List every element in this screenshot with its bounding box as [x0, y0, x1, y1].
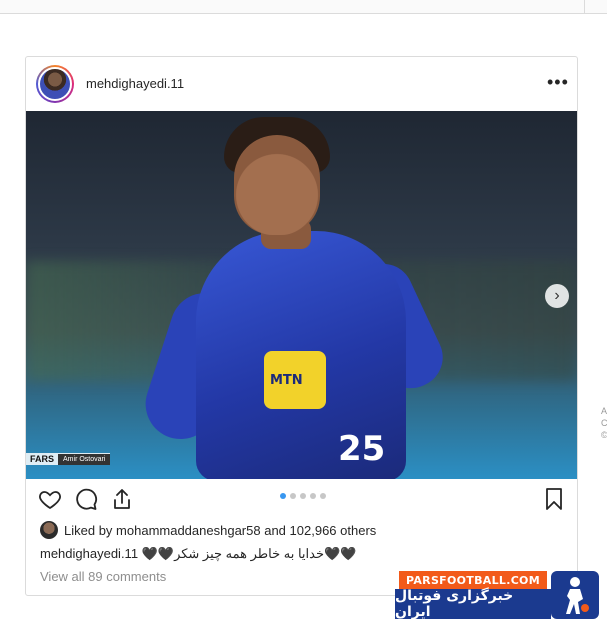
logo-site-name: PARSFOOTBALL.COM: [399, 571, 547, 589]
logo-tagline: خبرگزاری فوتبال ایران: [395, 588, 551, 620]
view-all-comments-link[interactable]: View all 89 comments: [40, 569, 166, 584]
parsfootball-logo: PARSFOOTBALL.COM خبرگزاری فوتبال ایران: [395, 571, 602, 621]
carousel-dot: [290, 493, 296, 499]
right-edge-line: C: [601, 418, 607, 428]
top-bar: [0, 0, 607, 14]
more-options-icon[interactable]: •••: [547, 73, 569, 91]
post-caption: mehdighayedi.11 🖤🖤خدایا به خاطر همه چیز …: [40, 546, 356, 562]
likes-count[interactable]: 102,966 others: [290, 523, 377, 538]
liker-avatar[interactable]: [40, 521, 58, 539]
next-arrow-icon[interactable]: ›: [545, 284, 569, 308]
jersey-number: 25: [338, 429, 386, 469]
post-username[interactable]: mehdighayedi.11: [86, 76, 184, 91]
comment-icon[interactable]: [74, 487, 98, 511]
carousel-dot: [300, 493, 306, 499]
watermark-credit: Amir Ostovari: [58, 453, 111, 465]
carousel-dot: [320, 493, 326, 499]
top-bar-divider: [584, 0, 585, 14]
likes-prefix: Liked by: [64, 522, 113, 538]
caption-text: 🖤🖤خدایا به خاطر همه چیز شکر🖤🖤: [141, 546, 357, 561]
carousel-dot: [310, 493, 316, 499]
liker-username[interactable]: mohammaddaneshgar58: [116, 523, 261, 538]
share-icon[interactable]: [110, 487, 134, 511]
right-edge-line: ©: [601, 430, 607, 440]
post-header: mehdighayedi.11 •••: [26, 57, 577, 111]
instagram-post: mehdighayedi.11 ••• MTN 25 FARS Amir Ost…: [25, 56, 578, 596]
likes-middle: and: [264, 522, 286, 538]
story-ring[interactable]: [36, 65, 74, 103]
caption-username[interactable]: mehdighayedi.11: [40, 546, 138, 561]
post-photo[interactable]: MTN 25 FARS Amir Ostovari ›: [26, 111, 577, 479]
right-edge-line: A: [601, 406, 607, 416]
watermark-logo: FARS: [30, 454, 55, 464]
player-head: [234, 135, 320, 235]
likes-row: Liked by mohammaddaneshgar58 and 102,966…: [40, 520, 376, 540]
heart-icon[interactable]: [38, 487, 62, 511]
next-arrow-glyph: ›: [554, 287, 560, 304]
football-player-icon: [551, 571, 599, 619]
bookmark-icon[interactable]: [542, 487, 566, 511]
avatar[interactable]: [38, 67, 72, 101]
right-edge-text: A C ©: [601, 405, 607, 441]
action-bar: [26, 479, 577, 521]
carousel-dot: [280, 493, 286, 499]
photo-watermark: FARS Amir Ostovari: [26, 453, 111, 465]
carousel-indicator: [280, 493, 326, 499]
jersey-sponsor-text: MTN: [270, 373, 303, 388]
